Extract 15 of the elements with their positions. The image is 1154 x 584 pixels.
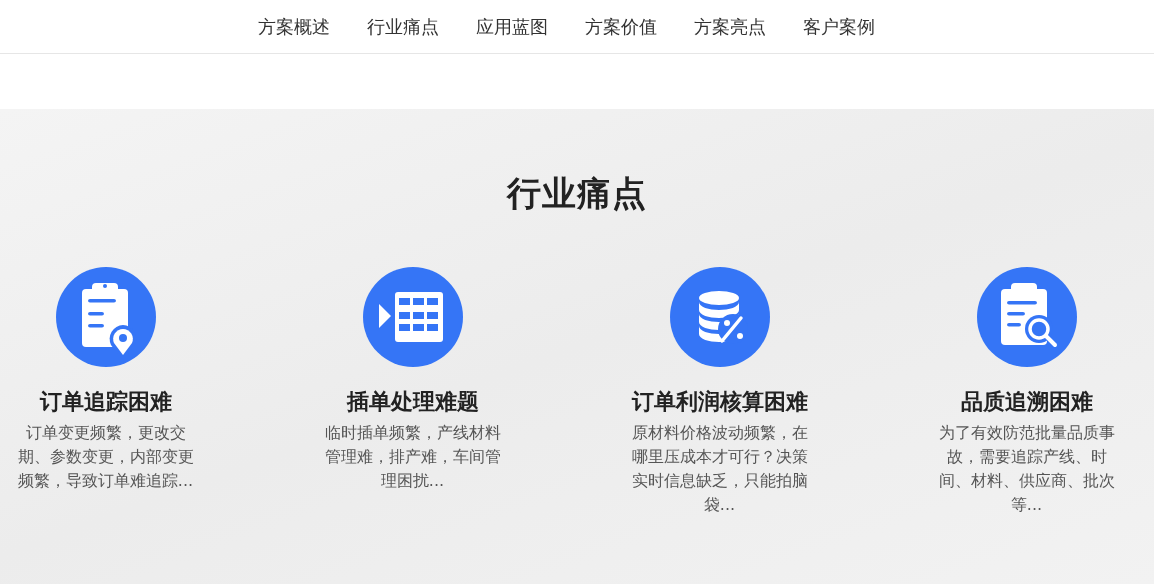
card-description: 为了有效防范批量品质事故，需要追踪产线、时间、材料、供应商、批次等...	[937, 422, 1116, 516]
card-description: 原材料价格波动频繁，在哪里压成本才可行？决策实时信息缺乏，只能拍脑袋...	[630, 422, 809, 516]
card-title: 插单处理难题	[346, 388, 479, 416]
card-title: 订单利润核算困难	[631, 388, 808, 416]
card-description: 临时插单频繁，产线材料管理难，排产难，车间管理困扰...	[323, 422, 502, 492]
card-description: 订单变更频繁，更改交期、参数变更，内部变更频繁，导致订单难追踪...	[16, 422, 195, 492]
nav-link[interactable]: 方案亮点	[693, 14, 766, 39]
nav-link[interactable]: 客户案例	[802, 14, 875, 39]
nav-link[interactable]: 方案概述	[257, 14, 330, 39]
card-title: 品质追溯困难	[960, 388, 1093, 416]
nav-link[interactable]: 行业痛点	[366, 14, 439, 39]
nav-link[interactable]: 方案价值	[584, 14, 657, 39]
card-title: 订单追踪困难	[39, 388, 172, 416]
section-title: 行业痛点	[505, 172, 648, 215]
nav-link[interactable]: 应用蓝图	[475, 14, 548, 39]
